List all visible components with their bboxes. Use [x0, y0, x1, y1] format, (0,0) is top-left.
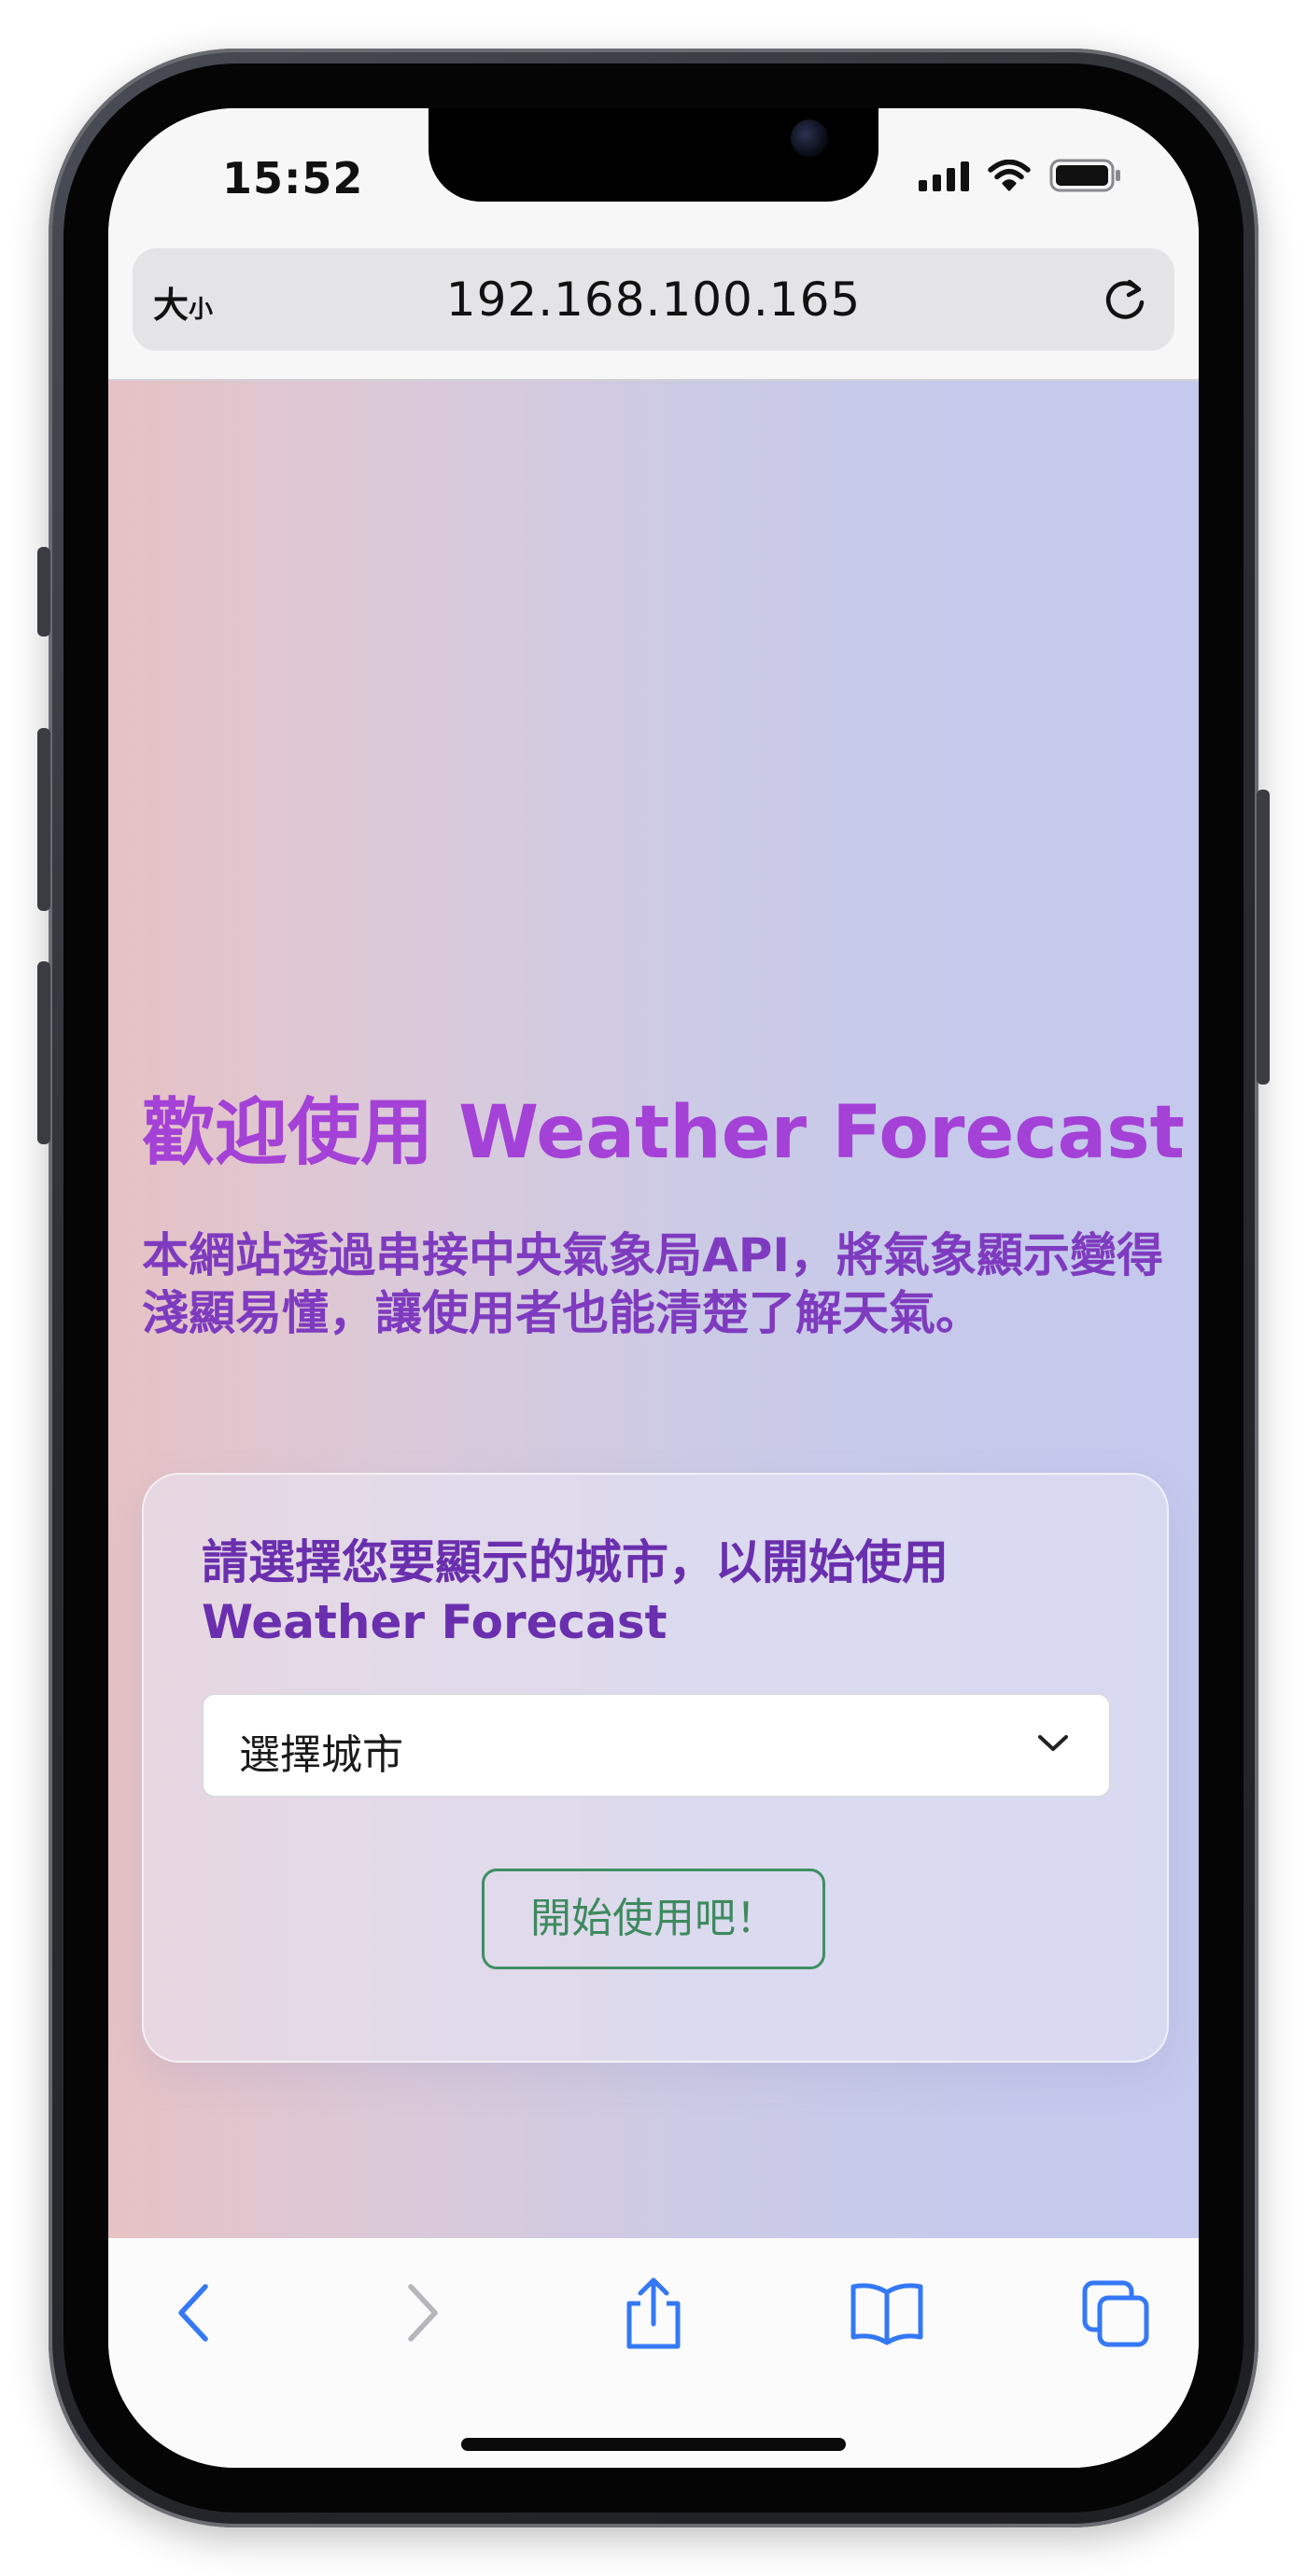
status-bar: 15:52	[108, 108, 1199, 248]
status-icons	[919, 159, 1122, 192]
address-bar[interactable]: 大小 192.168.100.165	[133, 248, 1174, 351]
start-button[interactable]: 開始使用吧！	[482, 1869, 825, 1969]
home-indicator[interactable]	[461, 2438, 846, 2451]
status-time: 15:52	[222, 153, 364, 203]
bookmarks-icon[interactable]	[848, 2275, 926, 2350]
tabs-icon[interactable]	[1081, 2275, 1152, 2350]
city-select[interactable]: 選擇城市	[202, 1693, 1111, 1798]
volume-up-button	[37, 728, 50, 911]
front-camera	[791, 119, 828, 157]
share-icon[interactable]	[618, 2275, 689, 2350]
chevron-down-icon	[1038, 1735, 1068, 1751]
page-description: 本網站透過串接中央氣象局API，將氣象顯示變得淺顯易懂，讓使用者也能清楚了解天氣…	[142, 1228, 1163, 1340]
back-icon[interactable]	[166, 2275, 222, 2350]
forward-icon[interactable]	[394, 2275, 450, 2350]
page-content: 歡迎使用 Weather Forecast 本網站透過串接中央氣象局API，將氣…	[108, 379, 1199, 2240]
notch	[429, 108, 878, 202]
card-prompt: 請選擇您要顯示的城市，以開始使用 Weather Forecast	[202, 1535, 949, 1649]
browser-toolbar	[108, 2238, 1199, 2468]
wifi-icon	[988, 160, 1031, 191]
url-text[interactable]: 192.168.100.165	[133, 273, 1174, 327]
reload-icon[interactable]	[1100, 274, 1150, 325]
battery-icon	[1049, 159, 1120, 192]
page-title: 歡迎使用 Weather Forecast	[142, 1091, 1185, 1175]
city-selection-card: 請選擇您要顯示的城市，以開始使用 Weather Forecast 選擇城市 開…	[142, 1473, 1169, 2063]
phone-screen: 15:52 大小 192.168.100.165 歡迎使用 Weather Fo…	[108, 108, 1199, 2468]
mute-switch	[37, 547, 50, 637]
power-button	[1257, 790, 1270, 1085]
volume-down-button	[37, 961, 50, 1144]
city-select-value: 選擇城市	[239, 1731, 403, 1779]
cellular-signal-icon	[919, 160, 969, 191]
